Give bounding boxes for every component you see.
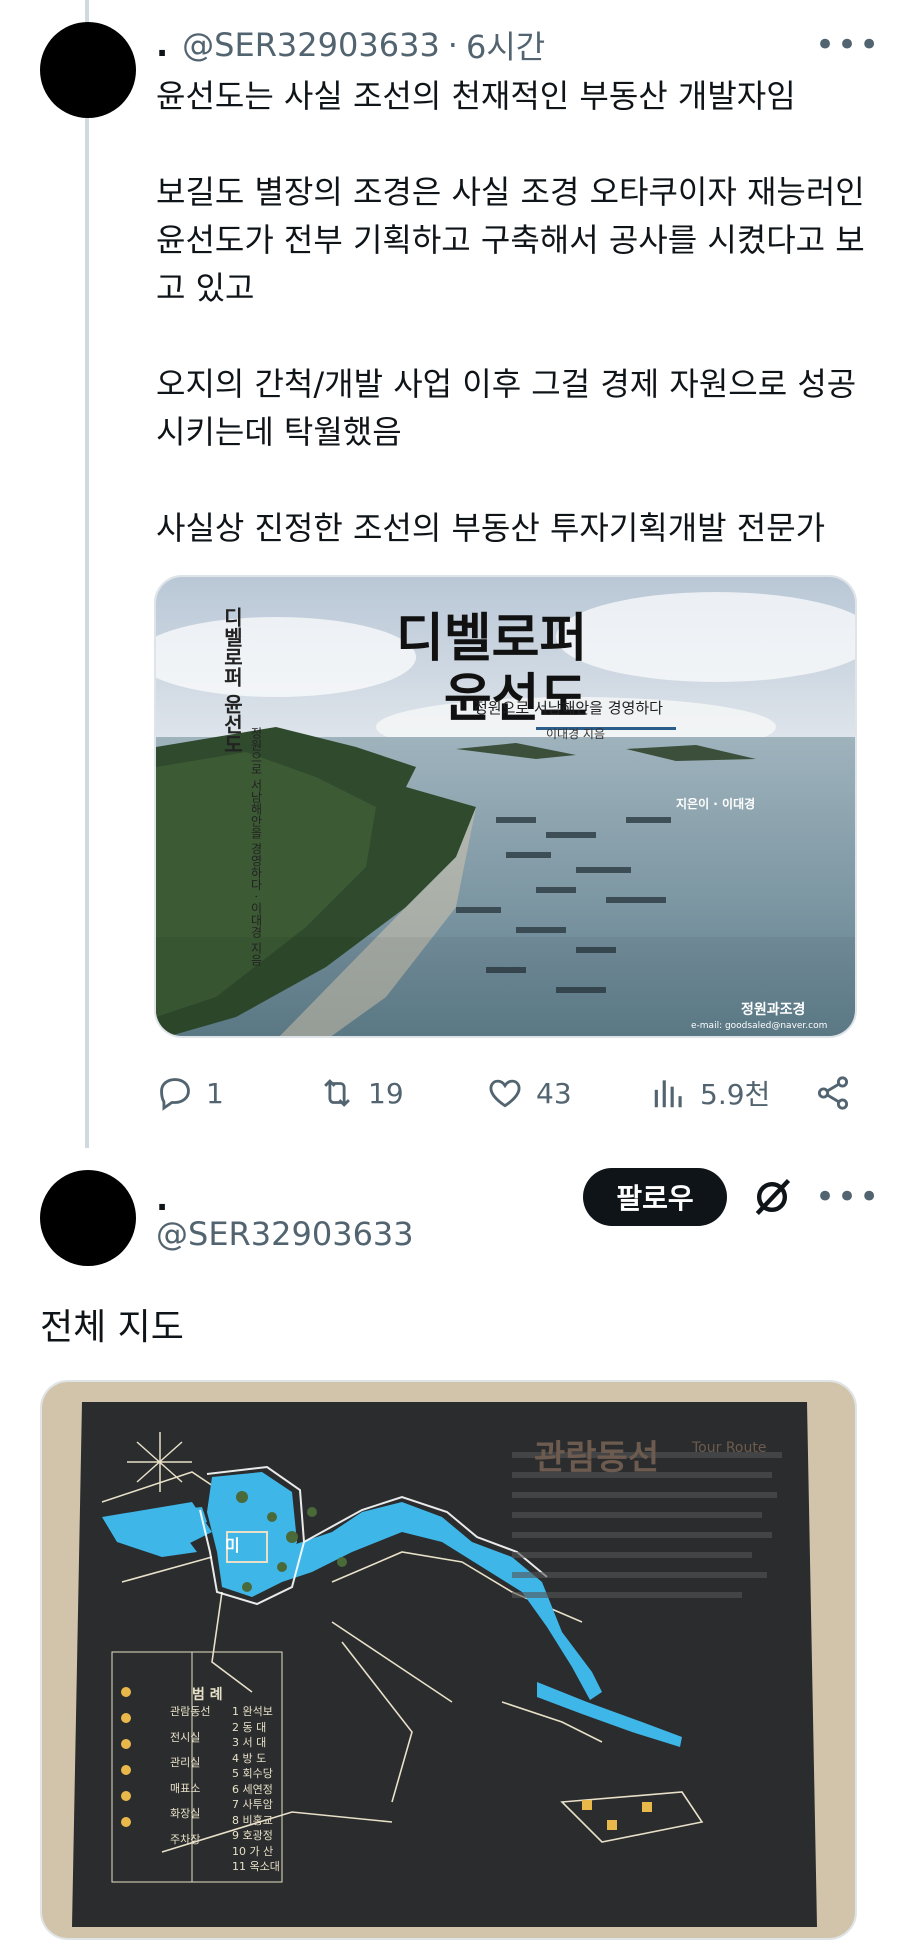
user-handle[interactable]: @SER32903633 — [156, 1215, 414, 1253]
reply-count: 1 — [206, 1076, 224, 1110]
legend-item: 6 세연정 — [232, 1782, 273, 1796]
reply-icon — [160, 1078, 190, 1111]
more-horizontal-icon[interactable]: ••• — [815, 1180, 881, 1214]
book-author: 이대경 지음 — [546, 727, 606, 741]
publisher-email: e-mail: goodsaled@naver.com — [691, 1021, 828, 1031]
tweet-paragraph: 윤선도는 사실 조선의 천재적인 부동산 개발자임 — [156, 77, 796, 115]
meta-separator: · — [447, 26, 458, 64]
legend-item: 10 가 산 — [232, 1844, 274, 1858]
avatar[interactable] — [40, 1170, 136, 1266]
legend-item: 5 회수당 — [232, 1767, 273, 1780]
tweet-image-book-cover[interactable]: 디벨로퍼 윤선도 정원으로 서남해안을 경영하다 이대경 지음 디벨로퍼 윤선도… — [154, 575, 857, 1038]
tweet-meta: . @SER32903633 · 6시간 — [156, 20, 545, 70]
legend-item: 1 완석보 — [232, 1705, 273, 1718]
legend-items: 1 완석보 2 동 대 3 서 대 4 방 도 5 회수당 6 세연정 7 사투… — [232, 1704, 280, 1875]
legend-category: 관리실 — [170, 1756, 201, 1769]
share-button[interactable] — [814, 1068, 864, 1118]
retweet-icon — [324, 1079, 350, 1107]
views-button[interactable]: 5.9천 — [650, 1068, 770, 1118]
legend-item: 3 서 대 — [232, 1736, 267, 1749]
tweet-actions: 1 19 43 5.9천 — [156, 1068, 856, 1118]
legend-item: 9 호광정 — [232, 1829, 273, 1842]
display-name[interactable]: . — [156, 26, 168, 64]
book-spine-subtitle: 정원으로 서남해안을 경영하다 · 이대경 지음 — [249, 727, 263, 966]
tweet-body: 윤선도는 사실 조선의 천재적인 부동산 개발자임 보길도 별장의 조경은 사실… — [156, 72, 876, 552]
more-horizontal-icon[interactable]: ••• — [815, 28, 881, 62]
author-bio-label: 지은이 · 이대경 — [676, 797, 756, 811]
views-chart-icon — [654, 1080, 682, 1108]
legend-item: 4 방 도 — [232, 1751, 267, 1765]
display-name[interactable]: . — [156, 1180, 168, 1218]
retweet-button[interactable]: 19 — [318, 1068, 404, 1118]
tweet-paragraph: 사실상 진정한 조선의 부동산 투자기획개발 전문가 — [156, 509, 826, 547]
book-title-line: 디벨로퍼 — [396, 609, 588, 669]
user-handle[interactable]: @SER32903633 — [182, 26, 440, 64]
legend-category: 매표소 — [170, 1781, 201, 1795]
like-button[interactable]: 43 — [486, 1068, 572, 1118]
legend-item: 11 옥소대 — [232, 1860, 280, 1873]
retweet-count: 19 — [368, 1076, 404, 1110]
legend-category: 화장실 — [170, 1807, 201, 1820]
views-count: 5.9천 — [700, 1078, 771, 1111]
legend-category: 관람동선 — [170, 1705, 211, 1718]
tweet-paragraph: 오지의 간척/개발 사업 이후 그걸 경제 자원으로 성공시키는데 탁월했음 — [156, 365, 857, 451]
thread-line — [85, 0, 89, 1148]
legend-categories: 관람동선 전시실 관리실 매표소 화장실 주차장 — [158, 1704, 210, 1847]
legend-item: 8 비홍교 — [232, 1813, 273, 1827]
book-subtitle: 정원으로 서남해안을 경영하다 — [474, 699, 663, 717]
follow-button[interactable]: 팔로우 — [583, 1168, 727, 1226]
avatar[interactable] — [40, 22, 136, 118]
publisher-logo: 정원과조경 — [741, 1002, 806, 1018]
heart-icon — [489, 1079, 521, 1108]
timestamp[interactable]: 6시간 — [466, 22, 545, 68]
map-title: 관람동선 — [534, 1438, 660, 1478]
tweet-paragraph: 보길도 별장의 조경은 사실 조경 오타쿠이자 재능러인 윤선도가 전부 기획하… — [156, 173, 865, 307]
legend-title: 범 례 — [192, 1687, 223, 1703]
legend-item: 7 사투암 — [232, 1798, 273, 1811]
tweet-body: 전체 지도 — [40, 1307, 184, 1348]
like-count: 43 — [536, 1076, 572, 1110]
book-spine-title: 디벨로퍼 윤선도 — [220, 607, 244, 754]
tweet-image-map[interactable]: 관람동선 Tour Route 미 범 례 관람동선 전시실 관리실 매표소 화… — [40, 1380, 857, 1940]
share-icon — [817, 1076, 849, 1110]
grok-icon[interactable] — [750, 1175, 794, 1219]
reply-button[interactable]: 1 — [156, 1068, 224, 1118]
map-center-label: 미 — [225, 1536, 240, 1555]
legend-item: 2 동 대 — [232, 1720, 267, 1734]
legend-category: 주차장 — [170, 1832, 201, 1846]
legend-category: 전시실 — [170, 1730, 201, 1744]
map-title-en: Tour Route — [692, 1440, 767, 1456]
